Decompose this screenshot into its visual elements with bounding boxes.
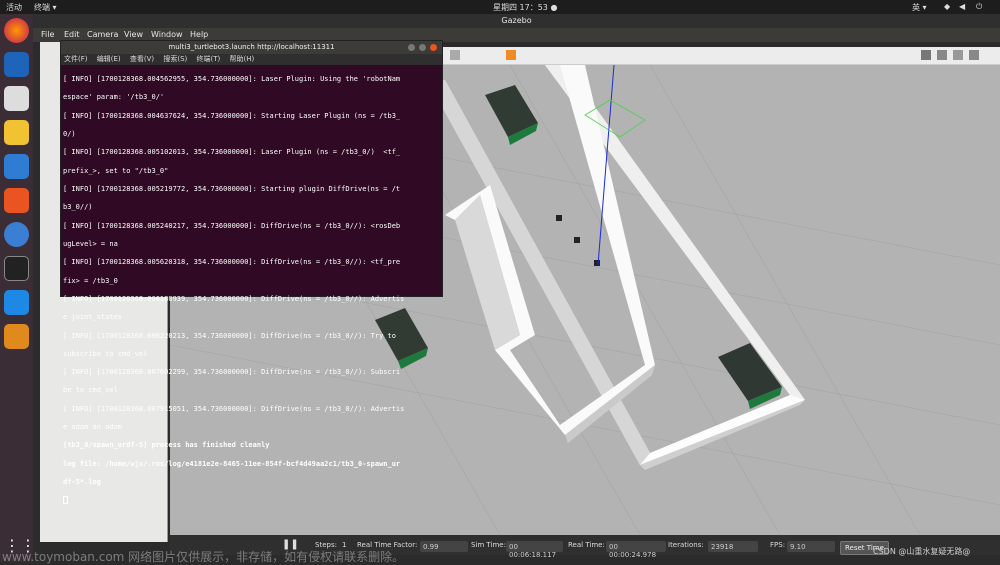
terminal-line: prefix_>, set to "/tb3_0" <box>63 166 169 175</box>
input-method[interactable]: 英 ▾ <box>912 2 927 13</box>
terminal-line: [ INFO] [1700128368.005219772, 354.73600… <box>63 185 401 194</box>
terminal-icon[interactable] <box>4 256 29 281</box>
plot-icon[interactable] <box>953 50 963 60</box>
screenshot-icon[interactable] <box>921 50 931 60</box>
terminal-line: espace' param: '/tb3_0/' <box>63 93 165 102</box>
maximize-icon[interactable] <box>419 44 426 51</box>
sim-time-label: Sim Time: <box>471 541 506 549</box>
log-icon[interactable] <box>937 50 947 60</box>
iterations-label: Iterations: <box>668 541 704 549</box>
menu-view[interactable]: View <box>124 30 143 39</box>
terminal-line: e odom on odom <box>63 423 123 432</box>
watermark-right: CSDN @山重水复疑无路@ <box>873 547 971 556</box>
writer-icon[interactable] <box>4 154 29 179</box>
fps-value: 9.10 <box>787 541 835 552</box>
fps-label: FPS: <box>770 541 786 549</box>
clock[interactable]: 星期四 17：53 ● <box>493 2 557 13</box>
terminal-line: df-5*.log <box>63 478 101 487</box>
gazebo-title: Gazebo <box>33 14 1000 28</box>
menu-edit[interactable]: Edit <box>64 30 80 39</box>
files-icon[interactable] <box>4 86 29 111</box>
vscode-icon[interactable] <box>4 290 29 315</box>
term-menu-file[interactable]: 文件(F) <box>64 55 88 63</box>
help-icon[interactable] <box>4 222 29 247</box>
term-menu-edit[interactable]: 编辑(E) <box>97 55 121 63</box>
terminal-line: [tb3_0/spawn_urdf-5] process has finishe… <box>63 441 270 450</box>
terminal-line: ugLevel> = na <box>63 239 118 248</box>
terminal-line: [ INFO] [1700128368.005240217, 354.73600… <box>63 221 401 230</box>
terminal-title: multi3_turtlebot3.launch http://localhos… <box>168 43 335 51</box>
terminal-line: [ INFO] [1700128368.007915051, 354.73600… <box>63 404 405 413</box>
volume-icon[interactable]: ◀ <box>959 2 965 11</box>
video-icon[interactable] <box>969 50 979 60</box>
terminal-line: [ INFO] [1700128368.005102013, 354.73600… <box>63 148 401 157</box>
watermark-left: www.toymoban.com 网络图片仅供展示，非存储，如有侵权请联系删除。 <box>2 550 405 564</box>
terminal-line: b3_0//) <box>63 203 93 212</box>
terminal-line: 0/) <box>63 130 76 139</box>
terminal-window[interactable]: multi3_turtlebot3.launch http://localhos… <box>60 40 443 505</box>
activities-button[interactable]: 活动 <box>6 2 22 13</box>
terminal-line: [ INFO] [1700128368.005620318, 354.73600… <box>63 258 401 267</box>
firefox-icon[interactable] <box>4 18 29 43</box>
terminal-line: [ INFO] [1700128368.007602299, 354.73600… <box>63 368 401 377</box>
sim-time-value: 00 00:06:18.117 <box>506 541 563 559</box>
terminal-line: subscribe to cmd_vel <box>63 349 148 358</box>
terminal-line: [ INFO] [1700128368.006180939, 354.73600… <box>63 294 405 303</box>
term-menu-search[interactable]: 搜索(S) <box>163 55 187 63</box>
gazebo-icon[interactable] <box>4 324 29 349</box>
menu-camera[interactable]: Camera <box>87 30 118 39</box>
rhythmbox-icon[interactable] <box>4 120 29 145</box>
terminal-output[interactable]: [ INFO] [1700128368.004562955, 354.73600… <box>61 65 442 524</box>
term-menu-view[interactable]: 查看(V) <box>130 55 154 63</box>
thunderbird-icon[interactable] <box>4 52 29 77</box>
minimize-icon[interactable] <box>408 44 415 51</box>
real-time-label: Real Time: <box>568 541 605 549</box>
terminal-cursor <box>63 496 68 505</box>
object-2 <box>574 237 580 243</box>
network-icon[interactable]: ◆ <box>944 2 950 11</box>
term-menu-terminal[interactable]: 终端(T) <box>197 55 221 63</box>
terminal-line: fix> = /tb3_0 <box>63 276 118 285</box>
terminal-menubar: 文件(F) 编辑(E) 查看(V) 搜索(S) 终端(T) 帮助(H) <box>61 54 442 65</box>
rtf-value: 0.99 <box>420 541 468 552</box>
top-bar: 活动 终端 ▾ 星期四 17：53 ● 英 ▾ ◆ ◀ ⏻ <box>0 0 1000 14</box>
menu-file[interactable]: File <box>41 30 54 39</box>
real-time-value: 00 00:00:24.978 <box>606 541 666 559</box>
terminal-line: [ INFO] [1700128368.006220213, 354.73600… <box>63 331 396 340</box>
object-1 <box>556 215 562 221</box>
robot-3 <box>718 343 782 409</box>
term-menu-help[interactable]: 帮助(H) <box>229 55 254 63</box>
terminal-line: e joint_states <box>63 313 123 322</box>
object-3 <box>594 260 600 266</box>
terminal-line: [ INFO] [1700128368.004637624, 354.73600… <box>63 111 401 120</box>
menu-help[interactable]: Help <box>190 30 208 39</box>
light-tool-icon[interactable] <box>506 50 516 60</box>
app-menu[interactable]: 终端 ▾ <box>34 2 57 13</box>
terminal-line: [ INFO] [1700128368.004562955, 354.73600… <box>63 75 401 84</box>
terminal-line: log file: /home/wjx/.ros/log/e4181e2e-84… <box>63 459 401 468</box>
dock: ⋮⋮ <box>0 14 36 562</box>
terminal-titlebar[interactable]: multi3_turtlebot3.launch http://localhos… <box>61 41 442 54</box>
select-tool-icon[interactable] <box>450 50 460 60</box>
software-center-icon[interactable] <box>4 188 29 213</box>
inner-wall <box>445 65 655 443</box>
power-icon[interactable]: ⏻ <box>976 2 982 12</box>
iterations-value: 23918 <box>708 541 758 552</box>
close-icon[interactable] <box>430 44 437 51</box>
menu-window[interactable]: Window <box>151 30 183 39</box>
terminal-line: be to cmd_vel <box>63 386 118 395</box>
robot-1 <box>485 85 538 145</box>
